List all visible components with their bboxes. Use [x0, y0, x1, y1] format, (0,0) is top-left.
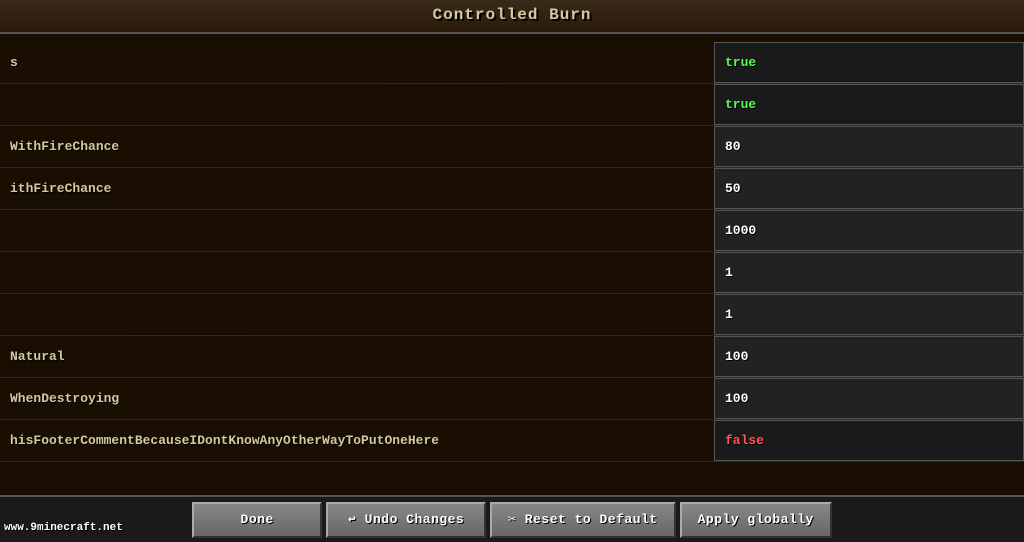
bottom-bar: Done ↩ Undo Changes ✂ Reset to Default A… — [0, 495, 1024, 542]
table-row: Natural100 — [0, 336, 1024, 378]
table-row: hisFooterCommentBecauseIDontKnowAnyOther… — [0, 420, 1024, 462]
table-row: WhenDestroying100 — [0, 378, 1024, 420]
undo-button[interactable]: ↩ Undo Changes — [326, 502, 486, 538]
table-row: ithFireChance50 — [0, 168, 1024, 210]
setting-value[interactable]: true — [714, 42, 1024, 83]
done-button[interactable]: Done — [192, 502, 322, 538]
setting-value[interactable]: 1000 — [714, 210, 1024, 251]
rows-container: struetrueWithFireChance80ithFireChance50… — [0, 42, 1024, 495]
title-bar: Controlled Burn — [0, 0, 1024, 34]
setting-value[interactable]: false — [714, 420, 1024, 461]
setting-label: ithFireChance — [0, 168, 714, 209]
setting-label — [0, 210, 714, 251]
setting-label: Natural — [0, 336, 714, 377]
setting-value[interactable]: 100 — [714, 336, 1024, 377]
table-row: 1000 — [0, 210, 1024, 252]
table-row: 1 — [0, 294, 1024, 336]
setting-label — [0, 84, 714, 125]
setting-label — [0, 294, 714, 335]
setting-value[interactable]: 1 — [714, 252, 1024, 293]
table-row: 1 — [0, 252, 1024, 294]
table-row: strue — [0, 42, 1024, 84]
setting-label — [0, 252, 714, 293]
setting-label: WhenDestroying — [0, 378, 714, 419]
apply-button[interactable]: Apply globally — [680, 502, 832, 538]
setting-label: hisFooterCommentBecauseIDontKnowAnyOther… — [0, 420, 714, 461]
setting-label: WithFireChance — [0, 126, 714, 167]
window-title: Controlled Burn — [432, 6, 591, 24]
setting-value[interactable]: true — [714, 84, 1024, 125]
reset-button[interactable]: ✂ Reset to Default — [490, 502, 675, 538]
table-row: WithFireChance80 — [0, 126, 1024, 168]
setting-value[interactable]: 1 — [714, 294, 1024, 335]
table-row: true — [0, 84, 1024, 126]
setting-value[interactable]: 50 — [714, 168, 1024, 209]
setting-value[interactable]: 80 — [714, 126, 1024, 167]
setting-label: s — [0, 42, 714, 83]
setting-value[interactable]: 100 — [714, 378, 1024, 419]
